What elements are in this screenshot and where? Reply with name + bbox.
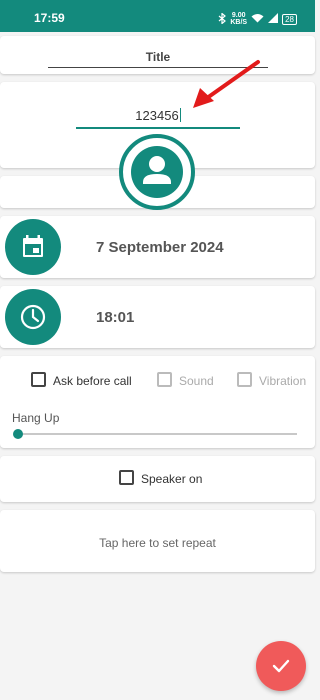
- time-button[interactable]: [5, 289, 61, 345]
- signal-icon: [268, 13, 279, 25]
- network-speed-unit: KB/S: [230, 19, 248, 26]
- sound-checkbox[interactable]: [157, 372, 172, 387]
- repeat-text[interactable]: Tap here to set repeat: [0, 536, 315, 550]
- calendar-icon: [23, 235, 43, 257]
- check-icon: [272, 659, 290, 673]
- status-time: 17:59: [34, 11, 65, 25]
- sound-label[interactable]: Sound: [179, 374, 214, 388]
- contact-picker-button[interactable]: [119, 134, 195, 210]
- network-speed-value: 9.00: [231, 12, 246, 19]
- phone-number-field[interactable]: 123456: [76, 108, 240, 129]
- status-icons: 9.00 KB/S 28: [218, 11, 297, 26]
- network-speed: 9.00 KB/S: [230, 12, 247, 26]
- text-cursor: [179, 108, 181, 122]
- clock-icon: [20, 304, 46, 330]
- selected-time[interactable]: 18:01: [96, 309, 134, 326]
- battery-indicator: 28: [282, 13, 297, 25]
- vibration-label[interactable]: Vibration: [259, 374, 306, 388]
- title-input[interactable]: Title: [48, 48, 268, 68]
- speaker-label[interactable]: Speaker on: [141, 472, 202, 486]
- ask-before-call-checkbox[interactable]: [31, 372, 46, 387]
- wifi-icon: [251, 13, 264, 25]
- ask-before-call-label[interactable]: Ask before call: [53, 374, 132, 388]
- date-button[interactable]: [5, 219, 61, 275]
- hang-up-label: Hang Up: [12, 411, 60, 425]
- person-icon: [131, 146, 183, 198]
- status-bar: 17:59 9.00 KB/S 28: [0, 0, 315, 32]
- save-button[interactable]: [256, 641, 306, 691]
- vibration-checkbox[interactable]: [237, 372, 252, 387]
- bluetooth-icon: [218, 11, 227, 26]
- speaker-checkbox[interactable]: [119, 470, 134, 485]
- hang-up-slider-track[interactable]: [18, 433, 297, 435]
- selected-date[interactable]: 7 September 2024: [96, 239, 224, 256]
- hang-up-slider-thumb[interactable]: [13, 429, 23, 439]
- phone-number-value: 123456: [135, 108, 179, 123]
